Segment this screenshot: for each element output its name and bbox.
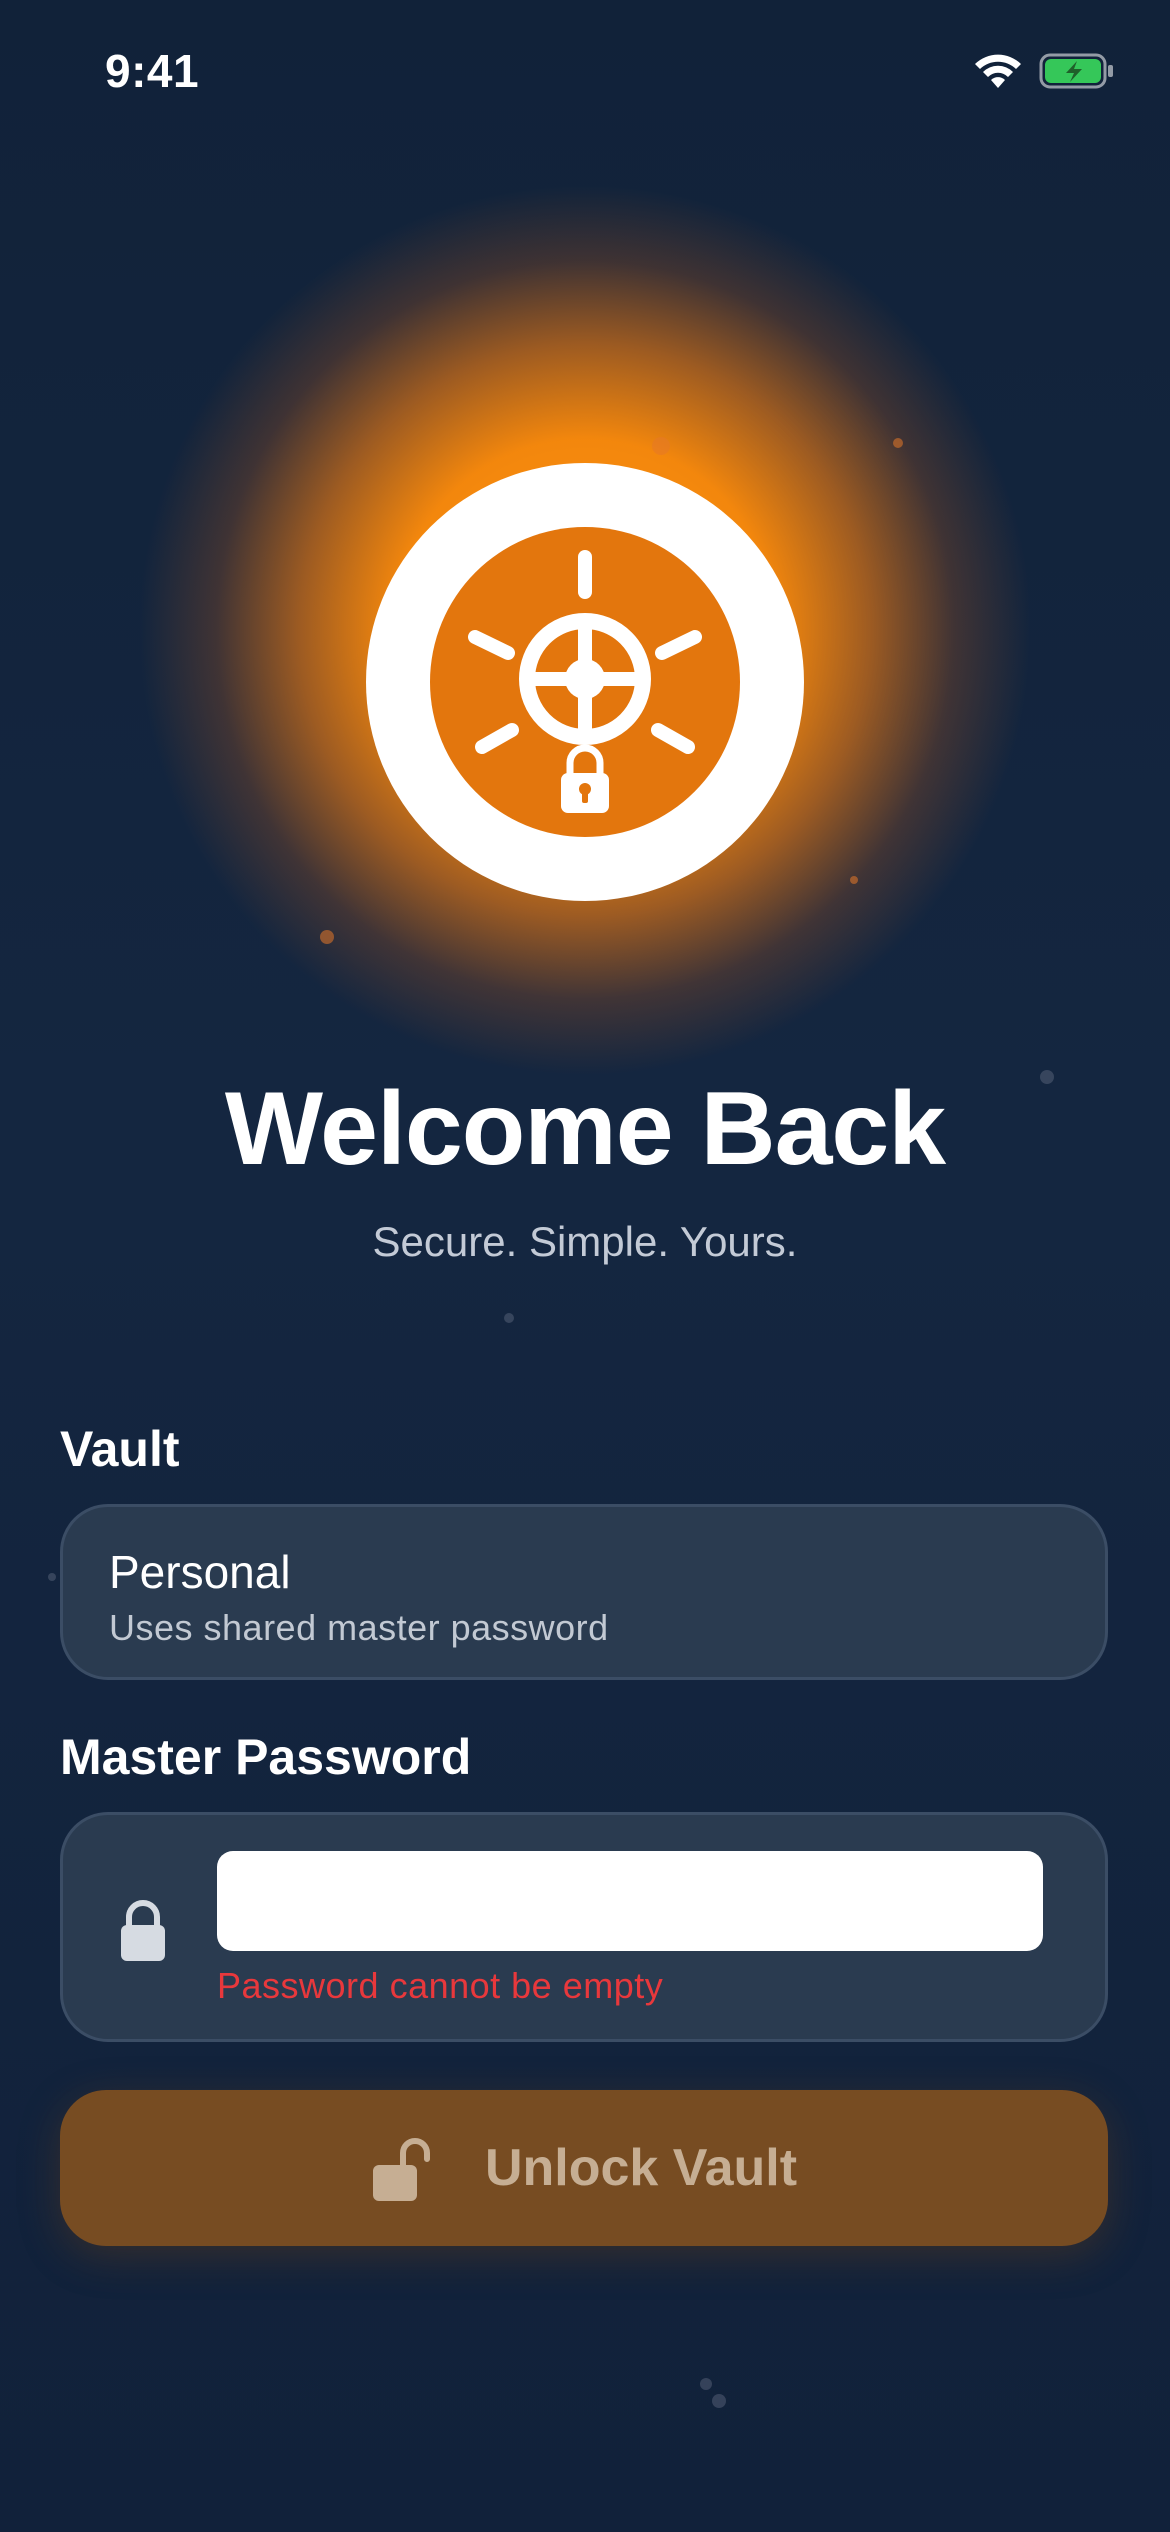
status-icons [973, 52, 1115, 90]
safe-wheel-lock-icon [468, 550, 702, 813]
battery-charging-icon [1039, 53, 1113, 89]
master-password-input[interactable] [217, 1851, 1043, 1951]
unlock-vault-label: Unlock Vault [484, 2139, 798, 2197]
particle [320, 930, 334, 944]
vault-selector[interactable]: Personal Uses shared master password [60, 1504, 1108, 1680]
unlock-icon [372, 2138, 430, 2201]
page-title: Welcome Back [224, 1071, 946, 1187]
particle [893, 438, 903, 448]
vault-label: Vault [60, 1421, 180, 1477]
particle [652, 437, 670, 455]
particle [504, 1313, 514, 1323]
vault-description: Uses shared master password [109, 1607, 609, 1648]
status-time: 9:41 [105, 45, 200, 97]
master-password-label: Master Password [60, 1729, 472, 1785]
particle [712, 2394, 726, 2408]
password-error-message: Password cannot be empty [217, 1965, 664, 2006]
master-password-card: Password cannot be empty [60, 1812, 1108, 2042]
particle [48, 1573, 56, 1581]
lock-icon [121, 1900, 165, 1961]
particle [850, 876, 858, 884]
vault-name: Personal [109, 1546, 291, 1598]
unlock-vault-button[interactable]: Unlock Vault [60, 2090, 1108, 2246]
page-subtitle: Secure. Simple. Yours. [372, 1218, 798, 1265]
wifi-icon [975, 54, 1021, 88]
particle [700, 2378, 712, 2390]
